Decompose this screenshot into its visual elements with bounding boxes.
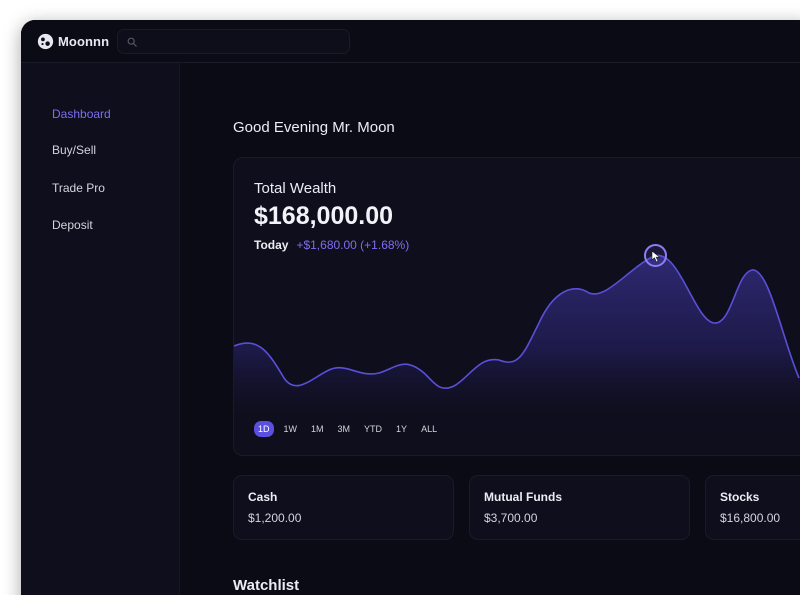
range-3m-button[interactable]: 3M	[334, 421, 355, 437]
asset-name: Stocks	[720, 490, 760, 504]
asset-value: $1,200.00	[248, 511, 302, 525]
time-range-selector: 1D 1W 1M 3M YTD 1Y ALL	[254, 421, 441, 437]
chart-hover-marker[interactable]	[644, 244, 667, 267]
total-wealth-value: $168,000.00	[254, 202, 394, 230]
asset-card-mutual-funds[interactable]: Mutual Funds $3,700.00	[469, 475, 690, 540]
sidebar-item-trade-pro[interactable]: Trade Pro	[52, 181, 105, 195]
total-wealth-label: Total Wealth	[254, 180, 337, 197]
watchlist-title: Watchlist	[233, 577, 300, 594]
asset-value: $16,800.00	[720, 511, 781, 525]
search-bar[interactable]	[117, 29, 350, 54]
top-bar: Moonnn	[21, 20, 800, 63]
page-title: Good Evening Mr. Moon	[233, 119, 395, 136]
pointer-cursor-icon	[651, 250, 661, 263]
logo[interactable]: Moonnn	[37, 33, 109, 50]
main-content: Good Evening Mr. Moon Total Wealth $168,…	[181, 63, 800, 595]
sidebar-item-deposit[interactable]: Deposit	[52, 218, 93, 232]
sidebar-item-buy-sell[interactable]: Buy/Sell	[52, 143, 96, 157]
moon-crater-icon	[37, 33, 54, 50]
wealth-area-chart[interactable]	[234, 228, 800, 428]
sidebar-item-dashboard[interactable]: Dashboard	[52, 107, 111, 121]
chart-area-fill	[234, 255, 800, 428]
app-window: Moonnn Dashboard Buy/Sell Trade Pro Depo…	[21, 20, 800, 595]
asset-name: Mutual Funds	[484, 490, 562, 504]
asset-card-stocks[interactable]: Stocks $16,800.00	[705, 475, 800, 540]
range-1m-button[interactable]: 1M	[307, 421, 328, 437]
search-icon	[127, 37, 137, 47]
app-name: Moonnn	[58, 34, 110, 49]
sidebar: Dashboard Buy/Sell Trade Pro Deposit	[21, 63, 180, 595]
range-all-button[interactable]: ALL	[417, 421, 441, 437]
asset-card-cash[interactable]: Cash $1,200.00	[233, 475, 454, 540]
total-wealth-card: Total Wealth $168,000.00 Today +$1,680.0…	[233, 157, 800, 456]
range-1d-button[interactable]: 1D	[254, 421, 274, 437]
search-input[interactable]	[143, 35, 333, 48]
asset-name: Cash	[248, 490, 278, 504]
range-1w-button[interactable]: 1W	[280, 421, 302, 437]
range-1y-button[interactable]: 1Y	[392, 421, 411, 437]
range-ytd-button[interactable]: YTD	[360, 421, 386, 437]
asset-value: $3,700.00	[484, 511, 538, 525]
